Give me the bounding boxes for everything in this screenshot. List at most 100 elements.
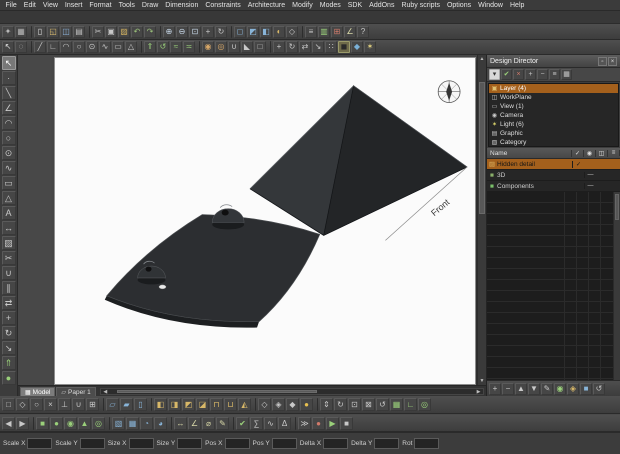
view-back-icon[interactable]: ◨ xyxy=(168,398,181,411)
arc-tool-icon[interactable]: ◠ xyxy=(60,41,72,53)
dd-columns-icon[interactable]: ▦ xyxy=(561,69,572,80)
grid-toggle-icon[interactable]: ▦ xyxy=(390,398,403,411)
column-selectable-icon[interactable]: ◉ xyxy=(584,149,596,157)
materials-icon[interactable]: ◆ xyxy=(351,41,363,53)
print-icon[interactable]: ▤ xyxy=(73,25,85,38)
vertical-scroll-track[interactable] xyxy=(478,63,486,377)
polyline-tool-icon[interactable]: ∟ xyxy=(47,41,59,53)
tree-item-view[interactable]: ▭ View (1) xyxy=(489,102,618,111)
menu-sdk[interactable]: SDK xyxy=(344,2,365,9)
new-file-icon[interactable]: ▯ xyxy=(34,25,46,38)
rectangle-tool-icon[interactable]: ▭ xyxy=(1,176,16,190)
menu-file[interactable]: File xyxy=(2,2,20,9)
snap-tangent-icon[interactable]: ∪ xyxy=(72,398,85,411)
view-top-icon[interactable]: ⊓ xyxy=(210,398,223,411)
horizontal-scroll-thumb[interactable] xyxy=(117,390,318,393)
layer-row-3d[interactable]: ■ 3D — xyxy=(487,170,620,181)
move-icon[interactable]: + xyxy=(273,41,285,53)
spline-tool-icon[interactable]: ∿ xyxy=(1,161,16,175)
status-field-input[interactable] xyxy=(224,438,250,449)
tree-item-layer[interactable]: ▣ Layer (4) xyxy=(489,84,618,93)
zoom-window-icon[interactable]: ⊡ xyxy=(348,398,361,411)
zoom-fit-icon[interactable]: ⊡ xyxy=(189,25,201,38)
dd-add-icon[interactable]: + xyxy=(489,382,501,395)
sweep-icon[interactable]: ≈ xyxy=(170,41,182,53)
check-geometry-icon[interactable]: ✔ xyxy=(236,416,249,430)
spline-tool-icon[interactable]: ∿ xyxy=(99,41,111,53)
scroll-right-icon[interactable]: ▶ xyxy=(474,389,483,395)
polygon-tool-icon[interactable]: △ xyxy=(125,41,137,53)
horizontal-scroll-track[interactable] xyxy=(110,389,474,394)
paste-icon[interactable]: ▨ xyxy=(118,25,130,38)
select-arrow-icon[interactable]: ↖ xyxy=(1,56,16,70)
script-console-icon[interactable]: ≫ xyxy=(298,416,311,430)
dd-sort-icon[interactable]: ≡ xyxy=(549,69,560,80)
surface-patch-icon[interactable]: ▧ xyxy=(112,416,125,430)
tree-item-light[interactable]: ✶ Light (6) xyxy=(489,120,618,129)
menu-view[interactable]: View xyxy=(39,2,61,9)
boolean-subtract-icon[interactable]: ◎ xyxy=(215,41,227,53)
render-icon[interactable]: ◼ xyxy=(338,41,350,53)
dd-show-all-icon[interactable]: ✔ xyxy=(501,69,512,80)
copy-icon[interactable]: ▣ xyxy=(105,25,117,38)
ortho-toggle-icon[interactable]: ∟ xyxy=(404,398,417,411)
layer-flag-cell[interactable]: ✓ xyxy=(572,160,584,168)
status-field-input[interactable] xyxy=(128,438,154,449)
tree-item-category[interactable]: ▧ Category xyxy=(489,138,618,146)
snap-endpoint-icon[interactable]: □ xyxy=(2,398,15,411)
view-front-icon[interactable]: ◧ xyxy=(154,398,167,411)
pin-icon[interactable]: ▫ xyxy=(598,56,607,66)
shaded-icon[interactable]: ◆ xyxy=(286,398,299,411)
dd-up-icon[interactable]: ▲ xyxy=(515,382,527,395)
wireframe-icon[interactable]: ◇ xyxy=(258,398,271,411)
dd-visible-icon[interactable]: ◉ xyxy=(554,382,566,395)
dd-down-icon[interactable]: ▼ xyxy=(528,382,540,395)
measure-icon[interactable]: ∠ xyxy=(344,25,356,38)
vertical-scrollbar[interactable]: ▲ ▼ xyxy=(477,55,486,385)
plane-yz-icon[interactable]: ▰ xyxy=(120,398,133,411)
help-icon[interactable]: ? xyxy=(357,25,369,38)
ellipse-tool-icon[interactable]: ⊙ xyxy=(86,41,98,53)
snap-midpoint-icon[interactable]: ◇ xyxy=(16,398,29,411)
layer-flag-cell[interactable]: — xyxy=(584,172,596,178)
offset-tool-icon[interactable]: ∥ xyxy=(1,281,16,295)
menu-format[interactable]: Format xyxy=(86,2,115,9)
status-field-input[interactable] xyxy=(271,438,297,449)
extrude-icon[interactable]: ⇑ xyxy=(144,41,156,53)
chamfer-icon[interactable]: ◣ xyxy=(241,41,253,53)
line-tool-icon[interactable]: ╱ xyxy=(34,41,46,53)
rotate-tool-icon[interactable]: ↻ xyxy=(1,326,16,340)
undo-icon[interactable]: ↶ xyxy=(131,25,143,38)
macro-record-icon[interactable]: ● xyxy=(312,416,325,430)
dimension-tool-icon[interactable]: ↔ xyxy=(1,221,16,235)
lasso-select-icon[interactable]: ◌ xyxy=(15,41,27,53)
snap-grid-icon[interactable]: ⊞ xyxy=(86,398,99,411)
redraw-icon[interactable]: ↺ xyxy=(376,398,389,411)
zoom-all-icon[interactable]: ⊠ xyxy=(362,398,375,411)
dd-remove-icon[interactable]: − xyxy=(502,382,514,395)
scale-tool-icon[interactable]: ↘ xyxy=(1,341,16,355)
view-bottom-icon[interactable]: ⊔ xyxy=(224,398,237,411)
status-field-input[interactable] xyxy=(414,438,440,449)
hatch-tool-icon[interactable]: ▨ xyxy=(1,236,16,250)
tab-model[interactable]: ▦ Model xyxy=(20,387,56,396)
trim-tool-icon[interactable]: ✂ xyxy=(1,251,16,265)
analysis-icon[interactable]: ∑ xyxy=(250,416,263,430)
menu-modify[interactable]: Modify xyxy=(289,2,317,9)
snap-grid-icon[interactable]: ⊞ xyxy=(331,25,343,38)
menu-draw[interactable]: Draw xyxy=(138,2,161,9)
rendered-icon[interactable]: ● xyxy=(300,398,313,411)
mirror-tool-icon[interactable]: ⇄ xyxy=(1,296,16,310)
select-icon[interactable]: ↖ xyxy=(2,41,14,53)
layer-row-components[interactable]: ■ Components — xyxy=(487,181,620,192)
menu-architecture[interactable]: Architecture xyxy=(244,2,288,9)
dd-refresh-icon[interactable]: ↺ xyxy=(593,382,605,395)
column-name[interactable]: Name xyxy=(487,149,572,157)
rotate-view-icon[interactable]: ↻ xyxy=(215,25,227,38)
close-icon[interactable]: × xyxy=(608,56,617,66)
status-field-input[interactable] xyxy=(374,438,400,449)
zoom-out-icon[interactable]: ⊖ xyxy=(176,25,188,38)
view-compass[interactable] xyxy=(437,80,461,103)
surface-revolve-icon[interactable]: ◔ xyxy=(140,416,153,430)
point-tool-icon[interactable]: ∙ xyxy=(1,71,16,85)
